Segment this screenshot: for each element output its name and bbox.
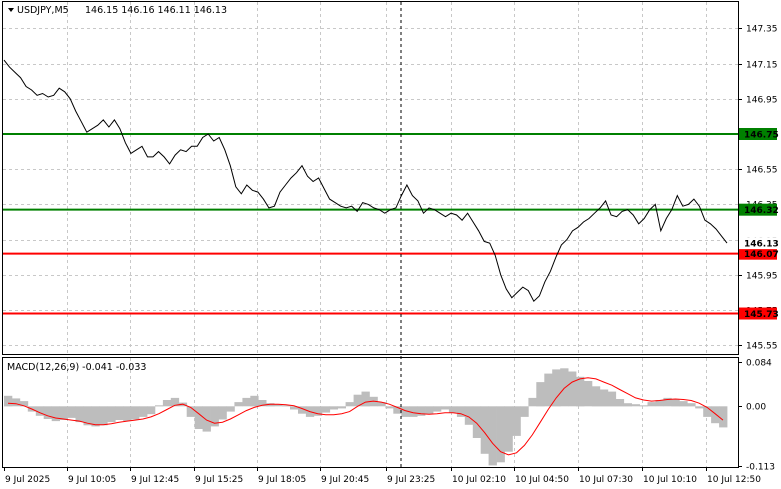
macd-histogram-bar: [162, 400, 172, 407]
level-price-label: 145.73: [744, 310, 779, 320]
macd-histogram-bar: [544, 373, 553, 407]
macd-histogram-bar: [472, 406, 482, 438]
macd-histogram-bar: [448, 406, 458, 413]
time-tick-label: 9 Jul 18:05: [258, 475, 306, 485]
time-tick-label: 9 Jul 20:45: [321, 475, 369, 485]
time-tick-label: 9 Jul 15:25: [195, 475, 243, 485]
macd-tick-label: 0.084: [746, 359, 772, 369]
macd-histogram-bar: [234, 402, 243, 407]
macd-histogram-bar: [679, 401, 688, 407]
price-tick-label: 145.55: [746, 342, 778, 352]
macd-histogram-bar: [11, 398, 21, 407]
macd-histogram-bar: [695, 406, 704, 409]
macd-histogram-bar: [194, 406, 203, 429]
macd-histogram-bar: [552, 369, 561, 407]
macd-histogram-bar: [639, 405, 648, 407]
macd-histogram-bar: [615, 399, 625, 407]
macd-histogram-bar: [433, 406, 442, 412]
time-tick-label: 10 Jul 04:50: [515, 475, 569, 485]
time-tick-label: 9 Jul 10:05: [68, 475, 116, 485]
macd-histogram-bar: [520, 406, 529, 417]
macd-histogram-bar: [488, 406, 497, 466]
macd-histogram-bar: [345, 402, 354, 407]
macd-label: MACD(12,26,9) -0.041 -0.033: [7, 362, 146, 373]
symbol-header: USDJPY,M5 146.15 146.16 146.11 146.13: [8, 5, 227, 16]
macd-histogram-bar: [425, 406, 434, 415]
macd-histogram-bar: [647, 402, 656, 407]
macd-histogram-bar: [226, 406, 235, 412]
macd-histogram-bar: [576, 376, 585, 407]
macd-histogram-bar: [155, 405, 164, 407]
macd-histogram-bar: [218, 406, 227, 420]
level-price-label: 146.07: [744, 250, 779, 260]
macd-tick-label: 0.00: [746, 403, 766, 413]
macd-tick-label: -0.113: [746, 463, 775, 473]
time-tick-label: 10 Jul 07:30: [579, 475, 633, 485]
macd-histogram-bar: [599, 389, 609, 407]
price-panel-frame: [2, 1, 739, 355]
price-tick-label: 146.95: [746, 96, 778, 106]
macd-histogram-bar: [584, 381, 593, 407]
time-tick-label: 10 Jul 12:50: [707, 475, 761, 485]
macd-histogram-bar: [107, 406, 116, 423]
macd-histogram-bar: [242, 397, 251, 407]
level-price-label: 146.75: [744, 131, 779, 141]
price-tick-label: 147.35: [746, 25, 778, 35]
macd-histogram-bar: [631, 404, 640, 407]
macd-histogram-bar: [496, 406, 505, 463]
macd-histogram-bar: [123, 406, 132, 422]
macd-histogram-bar: [59, 406, 68, 420]
macd-histogram-bar: [528, 397, 537, 407]
macd-histogram-bar: [607, 391, 617, 407]
macd-histogram-bar: [719, 406, 728, 428]
level-price-label: 146.32: [744, 206, 779, 216]
macd-histogram-bar: [568, 371, 577, 407]
price-tick-label: 147.15: [746, 61, 778, 71]
macd-axis: 0.084 0.00 -0.113: [738, 359, 775, 473]
macd-histogram-bar: [623, 403, 632, 407]
macd-histogram-bar: [91, 406, 100, 427]
macd-histogram-bar: [560, 368, 569, 407]
current-price-label: 146.13: [744, 240, 779, 250]
price-axis: 147.35147.15146.95146.75146.55146.35146.…: [738, 25, 779, 352]
macd-histogram-bar: [67, 406, 76, 418]
time-tick-label: 9 Jul 12:45: [131, 475, 179, 485]
macd-histogram-bar: [250, 395, 259, 407]
macd-histogram-bar: [329, 406, 338, 410]
macd-histogram-bar: [536, 382, 545, 407]
macd-histogram-bar: [512, 406, 521, 436]
macd-histogram-bar: [321, 406, 331, 413]
macd-histogram-bar: [385, 406, 394, 409]
symbol-label: USDJPY,M5: [17, 5, 69, 16]
macd-histogram-bar: [441, 406, 450, 410]
time-tick-label: 9 Jul 2025: [5, 475, 50, 485]
macd-histogram-bar: [361, 391, 370, 407]
macd-histogram-bar: [504, 406, 513, 452]
macd-histogram-bar: [75, 406, 84, 423]
chart-area[interactable]: 147.35147.15146.95146.75146.55146.35146.…: [0, 0, 781, 489]
time-tick-label: 10 Jul 10:10: [643, 475, 697, 485]
price-tick-label: 146.55: [746, 166, 778, 176]
time-axis: 9 Jul 2025 9 Jul 10:05 9 Jul 12:45 9 Jul 15…: [4, 467, 761, 485]
macd-histogram-bar: [115, 406, 124, 420]
macd-histogram-bar: [147, 406, 156, 415]
macd-histogram-bar: [4, 395, 13, 407]
macd-histogram-bar: [337, 406, 346, 409]
time-tick-label: 9 Jul 23:25: [387, 475, 435, 485]
macd-histogram-bar: [591, 386, 601, 407]
macd-histogram-bar: [687, 403, 696, 407]
ohlc-values: 146.15 146.16 146.11 146.13: [85, 5, 227, 16]
macd-histogram-bar: [671, 399, 680, 407]
time-tick-label: 10 Jul 02:10: [452, 475, 506, 485]
macd-histogram-bar: [99, 406, 108, 426]
macd-histogram-bar: [202, 406, 211, 432]
macd-histogram-bar: [139, 406, 148, 417]
macd-histogram-bar: [131, 406, 140, 420]
macd-histogram-bar: [711, 406, 720, 424]
price-tick-label: 145.95: [746, 272, 778, 282]
